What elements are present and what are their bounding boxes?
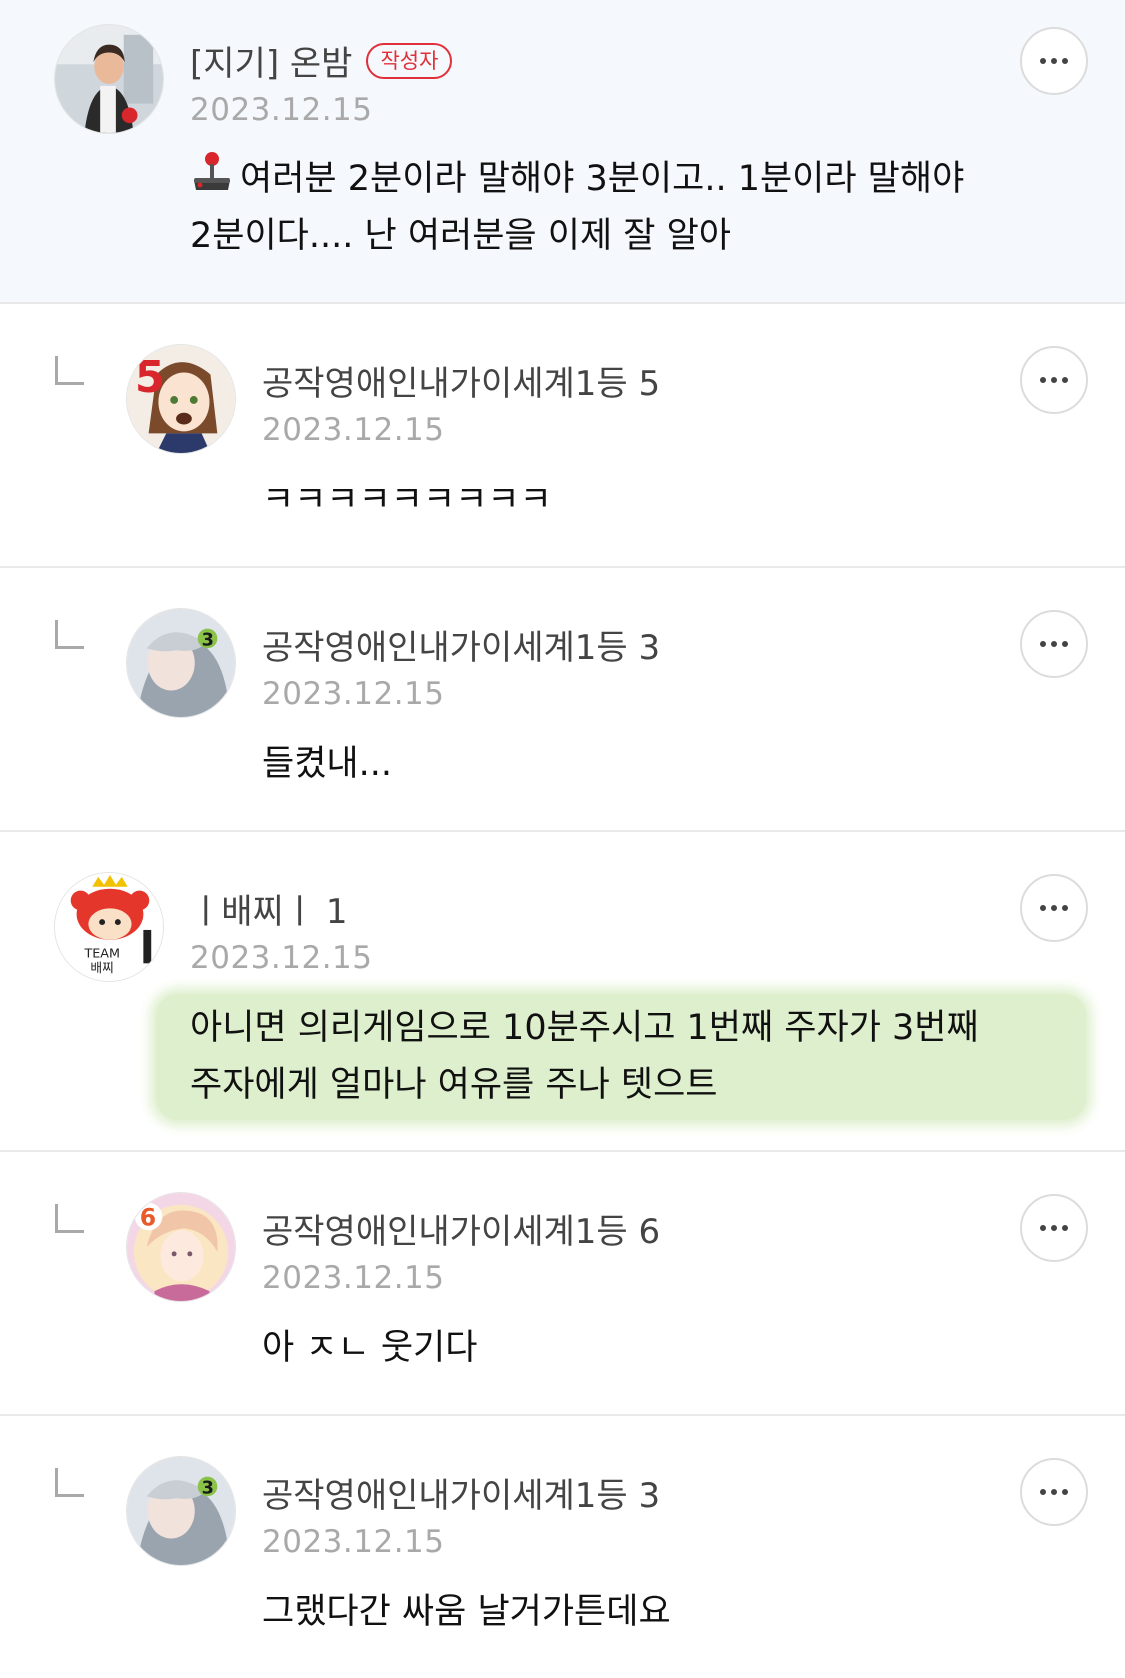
comment-reply: 3 공작영애인내가이세계1등 3 2023.12.15 그랬다간 싸움 날거가튼… (0, 1416, 1125, 1678)
commenter-name[interactable]: ㅣ배찌ㅣ 1 (190, 884, 348, 933)
comment-reply: 5 공작영애인내가이세계1등 5 2023.12.15 ㅋㅋㅋㅋㅋㅋㅋㅋㅋ (0, 304, 1125, 568)
commenter-name[interactable]: 공작영애인내가이세계1등 3 (262, 1468, 660, 1517)
reply-arrow-icon (55, 620, 84, 649)
commenter-name[interactable]: [지기] 온밤 (190, 36, 352, 85)
author-badge: 작성자 (366, 42, 453, 79)
more-icon (1040, 1489, 1068, 1495)
comment-text-line-1: 아니면 의리게임으로 10분주시고 1번째 주자가 3번째 (190, 1008, 979, 1048)
commenter-name[interactable]: 공작영애인내가이세계1등 6 (262, 1204, 660, 1253)
avatar-image: 5 (127, 345, 235, 453)
avatar-team-text: TEAM (83, 946, 120, 961)
joystick-icon (194, 152, 230, 190)
more-icon (1040, 905, 1068, 911)
comment-date: 2023.12.15 (262, 1260, 445, 1296)
avatar-number: 5 (135, 353, 165, 403)
comment-date: 2023.12.15 (190, 940, 373, 976)
comment-text: 아니면 의리게임으로 10분주시고 1번째 주자가 3번째 주자에게 얼마나 여… (190, 1000, 1080, 1114)
avatar[interactable]: 5 (126, 344, 236, 454)
reply-arrow-icon (55, 1468, 84, 1497)
more-options-button[interactable] (1020, 874, 1088, 942)
comment-date: 2023.12.15 (262, 412, 445, 448)
comment-text: 그랬다간 싸움 날거가튼데요 (262, 1592, 671, 1632)
avatar[interactable]: 3 (126, 1456, 236, 1566)
avatar-team-name: 배찌 (90, 961, 113, 976)
comment-text: 아 ㅈㄴ 웃기다 (262, 1328, 478, 1368)
comment-text: 여러분 2분이라 말해야 3분이고.. 1분이라 말해야 2분이다.... 난 … (190, 150, 1070, 265)
comment-text: 들켰내... (262, 744, 392, 784)
avatar-number: 6 (140, 1203, 156, 1231)
avatar-image: 3 (127, 609, 235, 717)
comment-reply: 3 공작영애인내가이세계1등 3 2023.12.15 들켰내... (0, 568, 1125, 832)
more-icon (1040, 58, 1068, 64)
avatar-number: 3 (202, 630, 214, 650)
comment-text-line-2: 2분이다.... 난 여러분을 이제 잘 알아 (190, 216, 731, 256)
reply-arrow-icon (55, 356, 84, 385)
more-icon (1040, 641, 1068, 647)
more-options-button[interactable] (1020, 610, 1088, 678)
comment-date: 2023.12.15 (262, 1524, 445, 1560)
avatar-image: 6 (127, 1193, 235, 1301)
avatar-image: TEAM 배찌 (55, 873, 163, 981)
avatar[interactable]: 3 (126, 608, 236, 718)
comment-date: 2023.12.15 (262, 676, 445, 712)
comment-author-post: [지기] 온밤 작성자 2023.12.15 여러분 2분이라 말해야 3분이고… (0, 0, 1125, 304)
avatar[interactable]: 6 (126, 1192, 236, 1302)
more-options-button[interactable] (1020, 346, 1088, 414)
comment-reply: 6 공작영애인내가이세계1등 6 2023.12.15 아 ㅈㄴ 웃기다 (0, 1152, 1125, 1416)
more-options-button[interactable] (1020, 1458, 1088, 1526)
comment-top-level: TEAM 배찌 ㅣ배찌ㅣ 1 2023.12.15 아니면 의리게임으로 10분… (0, 832, 1125, 1152)
avatar-image: 3 (127, 1457, 235, 1565)
commenter-name[interactable]: 공작영애인내가이세계1등 5 (262, 356, 660, 405)
more-options-button[interactable] (1020, 27, 1088, 95)
avatar[interactable] (54, 24, 164, 134)
avatar[interactable]: TEAM 배찌 (54, 872, 164, 982)
reply-arrow-icon (55, 1204, 84, 1233)
comment-text: ㅋㅋㅋㅋㅋㅋㅋㅋㅋ (262, 480, 552, 520)
avatar-number: 3 (202, 1478, 214, 1498)
commenter-name[interactable]: 공작영애인내가이세계1등 3 (262, 620, 660, 669)
avatar-image (55, 25, 163, 133)
comment-text-line-2: 주자에게 얼마나 여유를 주나 텟으트 (190, 1065, 718, 1105)
more-icon (1040, 377, 1068, 383)
more-options-button[interactable] (1020, 1194, 1088, 1262)
comment-date: 2023.12.15 (190, 92, 373, 128)
comment-text-line-1: 여러분 2분이라 말해야 3분이고.. 1분이라 말해야 (240, 159, 965, 199)
more-icon (1040, 1225, 1068, 1231)
